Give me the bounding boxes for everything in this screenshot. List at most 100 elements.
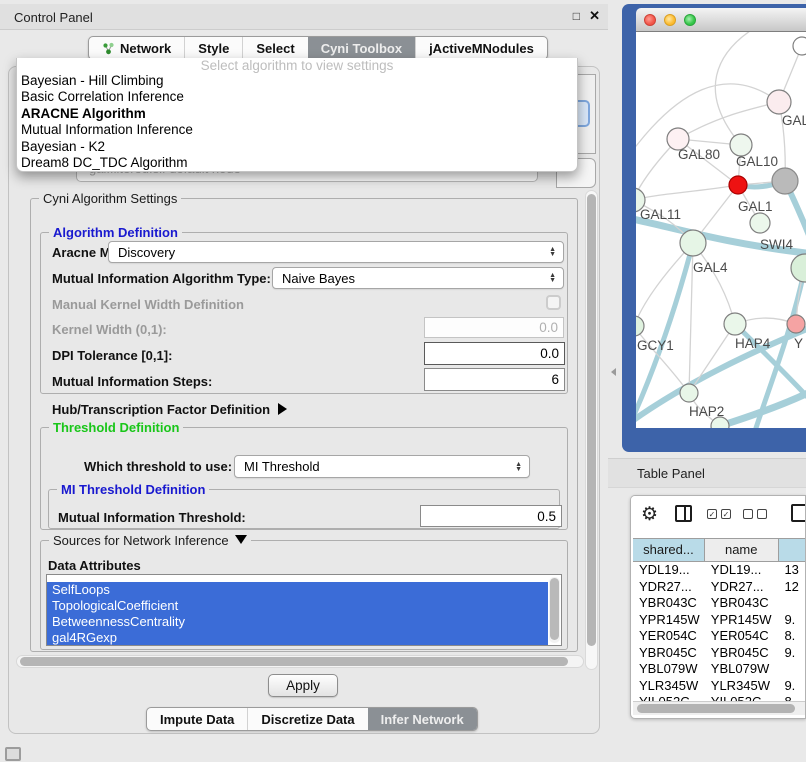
list-vertical-scrollbar[interactable] bbox=[549, 577, 560, 643]
network-node-gal[interactable] bbox=[767, 90, 791, 114]
network-node[interactable] bbox=[793, 37, 806, 55]
network-node[interactable] bbox=[772, 168, 798, 194]
network-view-window[interactable]: GALGAL80GAL10GAL1SWI4GAL4GAL11GCY1HAP4YH… bbox=[622, 4, 806, 452]
tab-jactivemnodules[interactable]: jActiveMNodules bbox=[415, 37, 547, 59]
column-header-name[interactable]: name bbox=[705, 539, 779, 561]
apply-button[interactable]: Apply bbox=[268, 674, 338, 697]
close-traffic-light-icon[interactable] bbox=[644, 14, 656, 26]
attribute-item-gal4rgexp[interactable]: gal4RGexp bbox=[47, 630, 548, 646]
table-cell: YLR345W bbox=[633, 678, 705, 695]
dropdown-item-mutual-information-inference[interactable]: Mutual Information Inference bbox=[17, 122, 577, 138]
tab-discretize-data[interactable]: Discretize Data bbox=[247, 708, 367, 730]
network-canvas[interactable]: GALGAL80GAL10GAL1SWI4GAL4GAL11GCY1HAP4YH… bbox=[636, 32, 806, 428]
network-node-gal10[interactable] bbox=[730, 134, 752, 156]
network-edge[interactable] bbox=[636, 243, 693, 326]
table-row[interactable]: YBR043CYBR043C bbox=[633, 595, 806, 612]
network-edge[interactable] bbox=[636, 84, 779, 154]
dpi-tolerance-input[interactable] bbox=[424, 342, 565, 365]
mi-threshold-group-title: MI Threshold Definition bbox=[57, 482, 209, 497]
network-node-hap2[interactable] bbox=[680, 384, 698, 402]
which-threshold-select[interactable]: MI Threshold ▲▼ bbox=[234, 455, 530, 478]
close-icon[interactable]: ✕ bbox=[589, 8, 600, 24]
attribute-item-topologicalcoefficient[interactable]: TopologicalCoefficient bbox=[47, 598, 548, 614]
network-node-label: GAL11 bbox=[640, 207, 681, 222]
settings-horizontal-scrollbar[interactable] bbox=[16, 655, 584, 668]
attribute-item-selfloops[interactable]: SelfLoops bbox=[47, 582, 548, 598]
dropdown-item-bayesian-hill-climbing[interactable]: Bayesian - Hill Climbing bbox=[17, 73, 577, 89]
settings-vertical-scrollbar[interactable] bbox=[585, 190, 598, 670]
network-node-label: GCY1 bbox=[637, 338, 674, 353]
control-panel: Control Panel □ ✕ NetworkStyleSelectCyni… bbox=[0, 0, 608, 762]
network-node-hap4[interactable] bbox=[724, 313, 746, 335]
spinner-arrows-icon: ▲▼ bbox=[549, 247, 556, 257]
tab-select[interactable]: Select bbox=[242, 37, 307, 59]
dropdown-item-dream8-dc-tdc-algorithm[interactable]: Dream8 DC_TDC Algorithm bbox=[17, 155, 577, 171]
float-window-icon[interactable]: □ bbox=[573, 9, 580, 23]
tab-network[interactable]: Network bbox=[89, 37, 184, 59]
hub-definition-label: Hub/Transcription Factor Definition bbox=[52, 402, 270, 417]
tab-impute-data[interactable]: Impute Data bbox=[147, 708, 247, 730]
table-row[interactable]: YPR145WYPR145W9. bbox=[633, 612, 806, 629]
network-window-titlebar[interactable] bbox=[636, 8, 806, 32]
table-panel-titlebar: Table Panel bbox=[608, 458, 806, 488]
table-function-icon[interactable] bbox=[791, 504, 806, 522]
mi-threshold-label: Mutual Information Threshold: bbox=[58, 510, 246, 525]
column-header-shared[interactable]: shared... bbox=[633, 539, 705, 561]
attribute-item-betweennesscentrality[interactable]: BetweennessCentrality bbox=[47, 614, 548, 630]
tab-cyni-toolbox[interactable]: Cyni Toolbox bbox=[308, 37, 415, 59]
table-panel-title: Table Panel bbox=[637, 466, 705, 481]
zoom-traffic-light-icon[interactable] bbox=[684, 14, 696, 26]
network-node-gal1[interactable] bbox=[729, 176, 747, 194]
table-header: shared...name bbox=[633, 538, 806, 562]
dropdown-item-basic-correlation-inference[interactable]: Basic Correlation Inference bbox=[17, 89, 577, 105]
table-row[interactable]: YDR27...YDR27...12 bbox=[633, 579, 806, 596]
table-cell: 12 bbox=[778, 579, 806, 596]
network-node-swi4[interactable] bbox=[750, 213, 770, 233]
network-node-gcy1[interactable] bbox=[636, 316, 644, 336]
table-cell: YBL079W bbox=[633, 661, 705, 678]
list-clipped-row bbox=[47, 575, 561, 582]
network-node-gal4[interactable] bbox=[680, 230, 706, 256]
dropdown-item-bayesian-k2[interactable]: Bayesian - K2 bbox=[17, 139, 577, 155]
minimized-panel-icon[interactable] bbox=[5, 747, 21, 761]
table-row[interactable]: YER054CYER054C8. bbox=[633, 628, 806, 645]
network-node-label: GAL10 bbox=[736, 154, 778, 169]
network-node-y[interactable] bbox=[787, 315, 805, 333]
tab-label: Style bbox=[198, 41, 229, 56]
table-cell: YBR045C bbox=[633, 645, 705, 662]
network-edge[interactable] bbox=[715, 32, 756, 145]
network-edge[interactable] bbox=[678, 102, 779, 139]
tab-style[interactable]: Style bbox=[184, 37, 242, 59]
mi-steps-input[interactable] bbox=[424, 368, 565, 391]
which-threshold-value: MI Threshold bbox=[244, 459, 320, 474]
network-edge[interactable] bbox=[689, 324, 735, 393]
table-toolbar: ⚙ ✓✓ bbox=[631, 496, 805, 538]
table-row[interactable]: YBL079WYBL079W bbox=[633, 661, 806, 678]
table-row[interactable]: YBR045CYBR045C9. bbox=[633, 645, 806, 662]
table-cell: 8. bbox=[778, 628, 806, 645]
network-edge[interactable] bbox=[693, 243, 735, 324]
table-horizontal-scrollbar[interactable] bbox=[633, 701, 805, 715]
network-edge[interactable] bbox=[636, 185, 738, 200]
sources-group-title[interactable]: Sources for Network Inference bbox=[49, 533, 251, 548]
dropdown-item-aracne-algorithm[interactable]: ARACNE Algorithm bbox=[17, 106, 577, 122]
aracne-mode-select[interactable]: Discovery ▲▼ bbox=[108, 241, 564, 263]
hub-definition-toggle[interactable]: Hub/Transcription Factor Definition bbox=[52, 402, 287, 417]
mi-algorithm-type-select[interactable]: Naive Bayes ▲▼ bbox=[272, 267, 564, 289]
gear-icon[interactable]: ⚙ bbox=[641, 503, 658, 526]
manual-kernel-checkbox[interactable] bbox=[546, 295, 561, 310]
which-threshold-label: Which threshold to use: bbox=[84, 459, 232, 474]
kernel-width-input[interactable] bbox=[424, 317, 564, 338]
splitter-collapse-icon[interactable] bbox=[611, 368, 616, 376]
column-header-2[interactable] bbox=[779, 539, 806, 561]
mi-threshold-input[interactable] bbox=[420, 505, 562, 527]
table-row[interactable]: YDL19...YDL19...13 bbox=[633, 562, 806, 579]
tab-infer-network[interactable]: Infer Network bbox=[368, 708, 477, 730]
select-all-checkboxes-icon[interactable]: ✓✓ bbox=[707, 509, 731, 519]
network-node[interactable] bbox=[791, 254, 806, 282]
table-cell: YDL19... bbox=[705, 562, 779, 579]
column-layout-icon[interactable] bbox=[675, 505, 692, 522]
deselect-all-checkboxes-icon[interactable] bbox=[743, 509, 767, 519]
minimize-traffic-light-icon[interactable] bbox=[664, 14, 676, 26]
table-row[interactable]: YLR345WYLR345W9. bbox=[633, 678, 806, 695]
